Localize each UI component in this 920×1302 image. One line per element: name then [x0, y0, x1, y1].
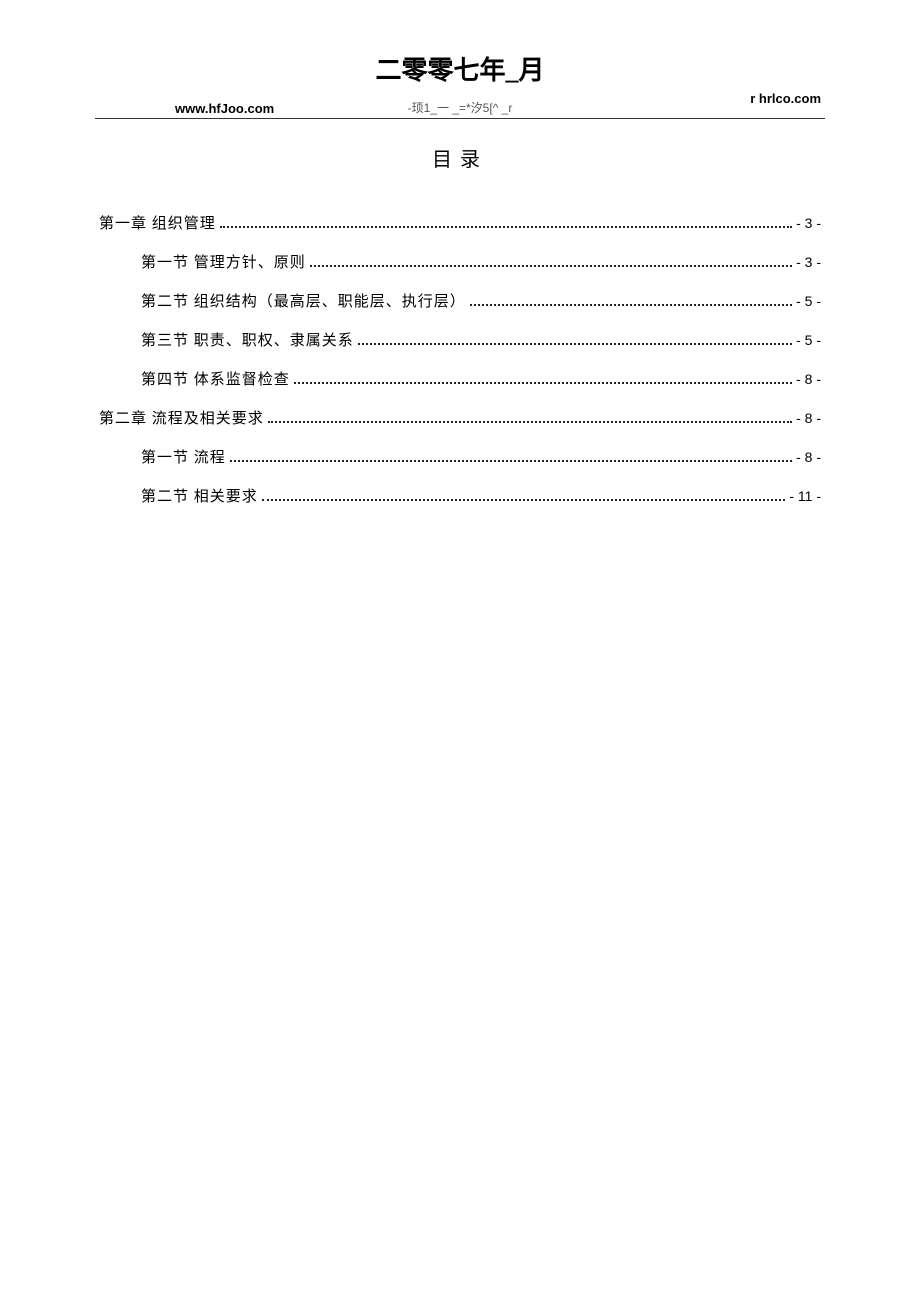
toc-entry: 第三节 职责、职权、隶属关系 - 5 - — [99, 329, 821, 350]
toc-leader-dots — [470, 304, 792, 306]
toc-page-number: - 8 - — [796, 449, 821, 465]
header-left-url: www.hfJoo.com — [95, 101, 274, 116]
header-right-url: r hrlco.com — [750, 91, 825, 116]
header-center-text: -顼1_一 _=*汐5[^ _r — [408, 99, 513, 116]
toc-page-number: - 8 - — [796, 410, 821, 426]
toc-label: 第二节 相关要求 — [141, 485, 258, 506]
toc-page-number: - 3 - — [796, 254, 821, 270]
toc-leader-dots — [262, 499, 786, 501]
toc-page-number: - 3 - — [796, 215, 821, 231]
toc-page-number: - 11 - — [789, 488, 821, 504]
toc-label: 第二章 流程及相关要求 — [99, 407, 264, 428]
toc-entry: 第二节 组织结构（最高层、职能层、执行层） - 5 - — [99, 290, 821, 311]
header-row: www.hfJoo.com -顼1_一 _=*汐5[^ _r r hrlco.c… — [95, 91, 825, 119]
toc-entry: 第四节 体系监督检查 - 8 - — [99, 368, 821, 389]
toc-label: 第三节 职责、职权、隶属关系 — [141, 329, 354, 350]
document-page: 二零零七年_月 www.hfJoo.com -顼1_一 _=*汐5[^ _r r… — [0, 0, 920, 574]
page-title: 二零零七年_月 — [95, 50, 825, 87]
toc-leader-dots — [230, 460, 792, 462]
toc-label: 第四节 体系监督检查 — [141, 368, 290, 389]
toc-page-number: - 8 - — [796, 371, 821, 387]
toc-label: 第一节 管理方针、原则 — [141, 251, 306, 272]
toc-entry: 第二章 流程及相关要求 - 8 - — [99, 407, 821, 428]
toc-entry: 第二节 相关要求 - 11 - — [99, 485, 821, 506]
toc-page-number: - 5 - — [796, 293, 821, 309]
toc-leader-dots — [310, 265, 792, 267]
toc-label: 第一节 流程 — [141, 446, 226, 467]
toc-label: 第二节 组织结构（最高层、职能层、执行层） — [141, 290, 466, 311]
toc-leader-dots — [358, 343, 792, 345]
toc-entry: 第一章 组织管理 - 3 - — [99, 212, 821, 233]
toc-leader-dots — [268, 421, 792, 423]
toc-leader-dots — [294, 382, 792, 384]
toc-label: 第一章 组织管理 — [99, 212, 216, 233]
toc-page-number: - 5 - — [796, 332, 821, 348]
toc-leader-dots — [220, 226, 792, 228]
toc-entry: 第一节 流程 - 8 - — [99, 446, 821, 467]
toc-title: 目录 — [95, 143, 825, 172]
toc-entry: 第一节 管理方针、原则 - 3 - — [99, 251, 821, 272]
table-of-contents: 第一章 组织管理 - 3 - 第一节 管理方针、原则 - 3 - 第二节 组织结… — [95, 212, 825, 506]
